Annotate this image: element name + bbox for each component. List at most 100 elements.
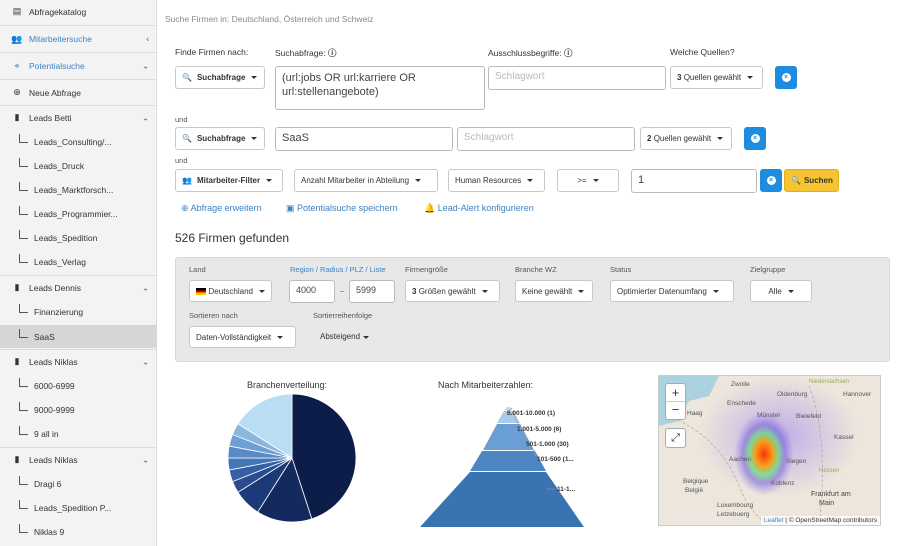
department-select[interactable]: Human Resources — [448, 169, 545, 192]
sidebar-item[interactable]: Dragi 6 — [0, 475, 157, 492]
exclude-input[interactable]: Schlagwort — [457, 127, 635, 151]
chevron-down-icon[interactable]: ⌄ — [142, 62, 149, 71]
leaflet-link[interactable]: Leaflet — [764, 517, 784, 524]
breadcrumb: Suche Firmen in: Deutschland, Österreich… — [165, 14, 374, 24]
pyramid-segment — [470, 451, 546, 471]
sidebar-item[interactable]: Leads_Marktforsch... — [0, 181, 157, 198]
pyramid-label: 101-500 (1... — [537, 456, 574, 463]
folder-icon: ▮ — [14, 112, 20, 122]
caret-down-icon — [787, 289, 794, 293]
employee-filter-select[interactable]: 👥 Mitarbeiter-Filter — [175, 169, 283, 192]
sidebar-group-niklas[interactable]: ▮ Leads Niklas ⌄ — [0, 353, 157, 370]
sidebar-new-query[interactable]: ⊕ Neue Abfrage — [0, 84, 157, 101]
plz-tab[interactable]: PLZ — [350, 265, 364, 274]
sort-label: Sortieren nach — [189, 311, 238, 320]
place-label: Luxembourg — [717, 502, 754, 509]
sidebar-item[interactable]: 9000-9999 — [0, 401, 157, 418]
save-icon: ▣ — [286, 203, 295, 213]
chevron-down-icon[interactable]: ⌄ — [142, 113, 149, 122]
german-flag-icon — [196, 287, 206, 295]
sidebar-group-niklas-2[interactable]: ▮ Leads Niklas ⌄ — [0, 451, 157, 468]
query-input[interactable]: SaaS — [275, 127, 453, 151]
country-select[interactable]: Deutschland — [189, 280, 272, 302]
sidebar-item[interactable]: Niklas 9 — [0, 523, 157, 540]
sidebar-item[interactable]: Finanzierung — [0, 303, 157, 320]
sidebar-item[interactable]: Leads_Programmier... — [0, 205, 157, 222]
chevron-down-icon[interactable]: ⌄ — [142, 357, 149, 366]
sources-select[interactable]: 3 Quellen gewählt — [670, 66, 763, 89]
query-type-select[interactable]: 🔍 Suchabfrage — [175, 66, 265, 89]
status-select[interactable]: Optimierter Datenumfang — [610, 280, 734, 302]
sidebar-group-dennis[interactable]: ▮ Leads Dennis ⌄ — [0, 279, 157, 296]
size-label: Firmengröße — [405, 265, 448, 274]
chevron-down-icon[interactable]: ⌄ — [142, 283, 149, 292]
users-icon: 👥 — [182, 176, 192, 185]
remove-row-button[interactable]: × — [775, 66, 797, 89]
metric-select[interactable]: Anzahl Mitarbeiter in Abteilung — [294, 169, 438, 192]
place-label: Frankfurt am — [811, 491, 851, 498]
chevron-left-icon[interactable]: ‹ — [146, 35, 149, 44]
place-label: Zwolle — [731, 381, 750, 388]
caret-down-icon — [251, 137, 258, 140]
caret-down-icon — [277, 335, 284, 339]
size-select[interactable]: 3 Größen gewählt — [405, 280, 500, 302]
target-select[interactable]: Alle — [750, 280, 812, 302]
place-label: Oldenburg — [777, 391, 808, 398]
sidebar-item[interactable]: 6000-6999 — [0, 377, 157, 394]
order-select[interactable]: Absteigend — [320, 332, 370, 341]
exclude-input[interactable]: Schlagwort — [488, 66, 666, 90]
remove-row-button[interactable]: × — [744, 127, 766, 150]
query-label: Suchabfrage: ⓘ — [275, 48, 337, 58]
branch-label: Branche WZ — [515, 265, 557, 274]
list-tab[interactable]: Liste — [370, 265, 386, 274]
place-label: Münster — [757, 412, 781, 419]
search-button[interactable]: 🔍 Suchen — [784, 169, 839, 192]
search-icon: 🔍 — [182, 73, 192, 82]
save-search-link[interactable]: ▣ Potentialsuche speichern — [286, 203, 398, 214]
branch-select[interactable]: Keine gewählt — [515, 280, 593, 302]
sidebar-people-search[interactable]: 👥 Mitarbeitersuche ‹ — [0, 30, 157, 48]
plz-to-input[interactable]: 5999 — [349, 280, 395, 303]
sidebar-item[interactable]: Leads_Spedition P... — [0, 499, 157, 516]
sidebar-item-active[interactable]: SaaS — [0, 325, 157, 348]
sidebar-item[interactable]: Leads_Spedition — [0, 229, 157, 246]
sidebar-catalog[interactable]: ▤ Abfragekatalog — [0, 3, 157, 20]
zoom-out-button[interactable]: − — [666, 402, 685, 419]
query-type-select[interactable]: 🔍 Suchabfrage — [175, 127, 265, 150]
lead-alert-link[interactable]: 🔔 Lead-Alert konfigurieren — [424, 203, 534, 214]
map[interactable]: + − ⤢ Zwolle Oldenburg Hannover Enschede… — [658, 375, 881, 526]
sidebar-item[interactable]: Leads_Druck — [0, 157, 157, 174]
value-input[interactable]: 1 — [631, 169, 757, 193]
status-label: Status — [610, 265, 632, 274]
region-tab[interactable]: Region — [290, 265, 314, 274]
folder-icon: ▮ — [14, 356, 20, 366]
pyramid-label: 11-1... — [557, 486, 575, 493]
sidebar-potential-search[interactable]: ⌖ Potentialsuche ⌄ — [0, 57, 157, 75]
sidebar-item[interactable]: 9 all in — [0, 425, 157, 442]
sidebar-group-betti[interactable]: ▮ Leads Betti ⌄ — [0, 109, 157, 126]
plus-circle-icon: ⊕ — [181, 203, 189, 213]
place-label: Hannover — [843, 391, 872, 398]
query-textarea[interactable]: (url:jobs OR url:karriere OR url:stellen… — [275, 66, 485, 110]
place-label: Kassel — [834, 434, 854, 441]
sort-select[interactable]: Daten-Vollständigkeit — [189, 326, 296, 348]
chevron-down-icon[interactable]: ⌄ — [142, 455, 149, 464]
target-label: Zielgruppe — [750, 265, 786, 274]
caret-down-icon — [712, 289, 719, 293]
sidebar-item[interactable]: Leads_Consulting/... — [0, 133, 157, 150]
zoom-in-button[interactable]: + — [666, 384, 685, 402]
info-icon: ⓘ — [327, 48, 337, 58]
operator-select[interactable]: >= — [557, 169, 619, 192]
plz-from-input[interactable]: 4000 — [289, 280, 335, 303]
sidebar-item[interactable]: Leads_Verlag — [0, 253, 157, 270]
pie-chart-title: Branchenverteilung: — [247, 380, 328, 390]
remove-row-button[interactable]: × — [760, 169, 782, 192]
caret-down-icon — [527, 179, 534, 182]
radius-tab[interactable]: Radius — [320, 265, 343, 274]
pyramid-chart-title: Nach Mitarbeiterzahlen: — [438, 380, 534, 390]
fullscreen-button[interactable]: ⤢ — [665, 428, 686, 448]
bell-icon: 🔔 — [424, 203, 436, 213]
extend-query-link[interactable]: ⊕ Abfrage erweitern — [181, 203, 262, 214]
caret-down-icon — [481, 289, 488, 293]
sources-select[interactable]: 2 Quellen gewählt — [640, 127, 732, 150]
